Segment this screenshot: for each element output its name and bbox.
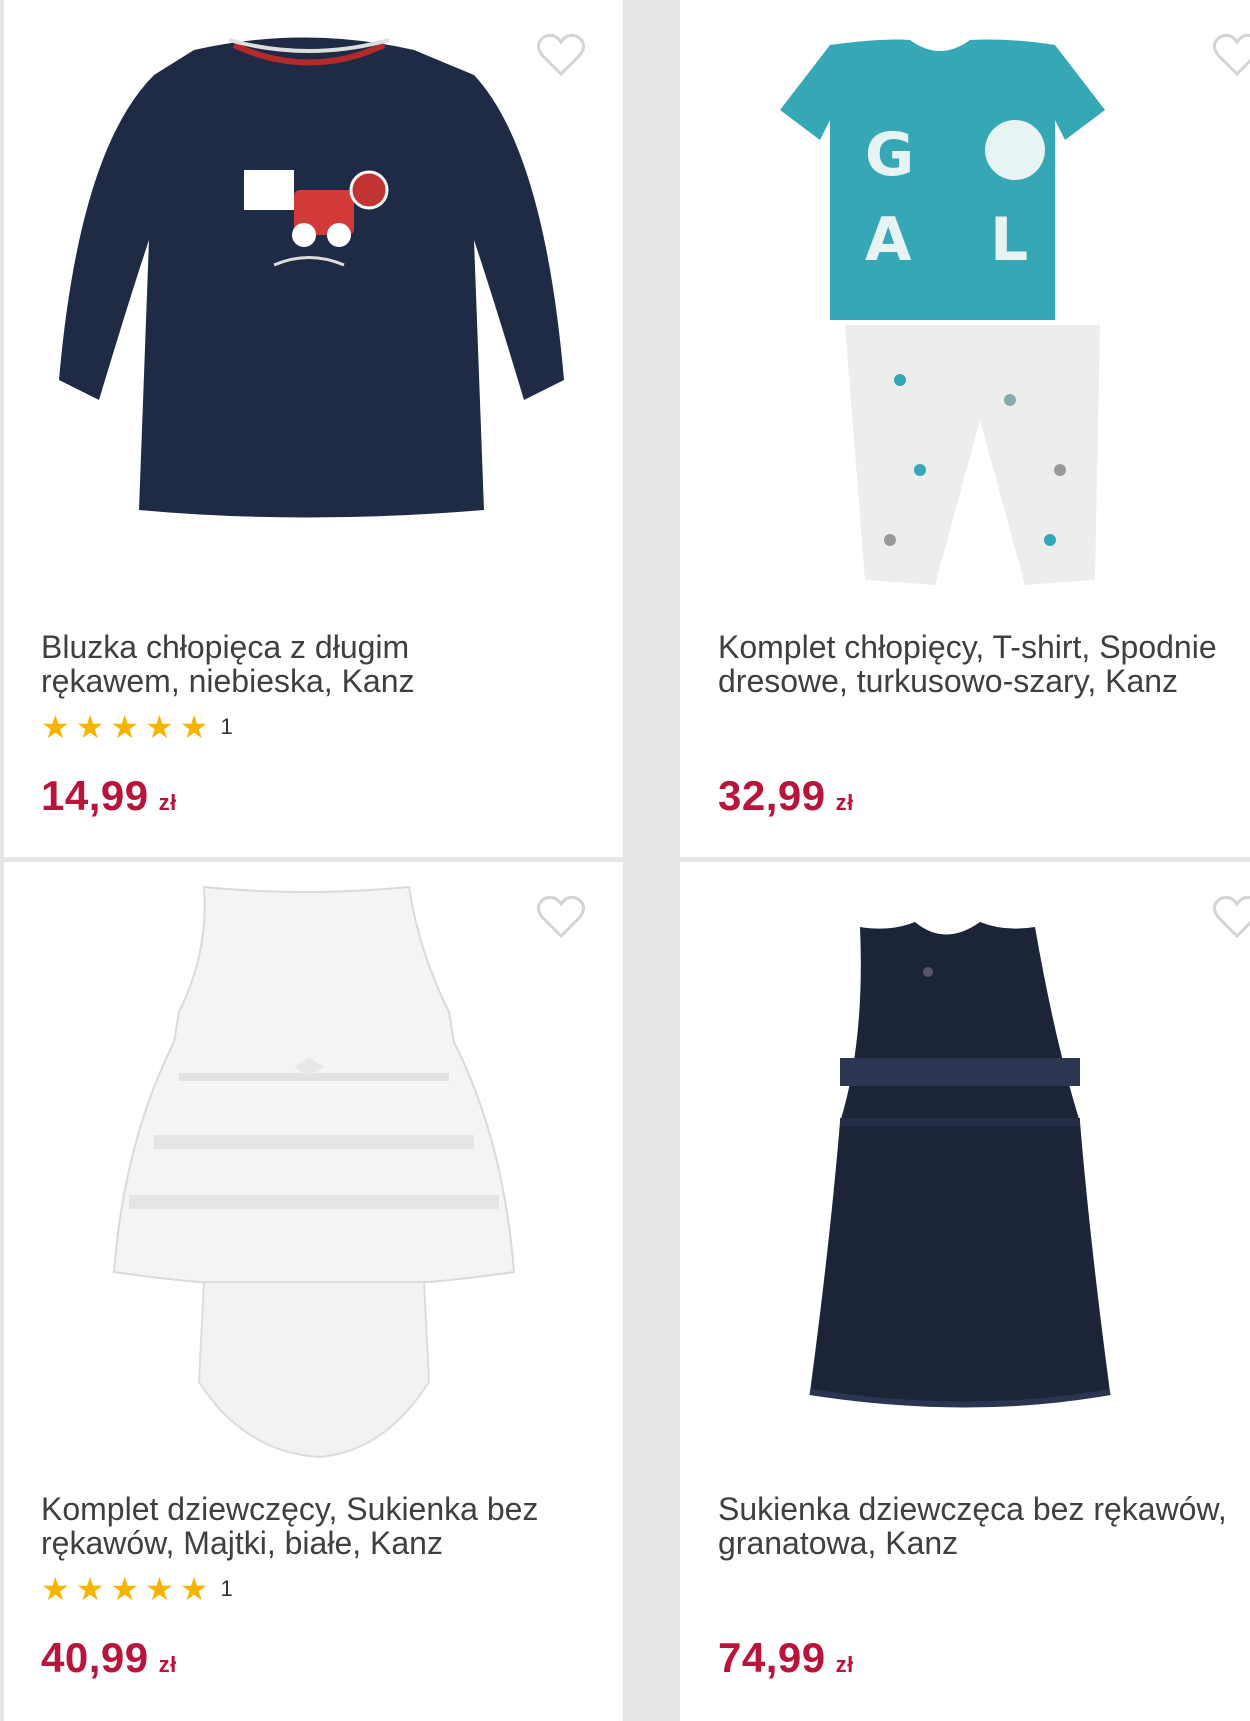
wishlist-heart-icon[interactable] (536, 894, 586, 940)
wishlist-heart-icon[interactable] (1212, 894, 1250, 940)
product-title[interactable]: Sukienka dziewczęca bez rękawów, granato… (718, 1492, 1250, 1560)
svg-text:G: G (865, 120, 914, 190)
star-icon: ★ (110, 709, 140, 745)
star-icon: ★ (145, 709, 174, 745)
svg-text:L: L (990, 205, 1028, 275)
product-title[interactable]: Komplet chłopięcy, T-shirt, Spodnie dres… (718, 630, 1250, 698)
rating: ★ ★ ★ ★ ★ 1 (41, 711, 233, 743)
product-image[interactable] (4, 0, 623, 600)
star-icon: ★ (110, 1571, 140, 1607)
rating: ★ ★ ★ ★ ★ 1 (41, 1573, 233, 1605)
star-icon: ★ (145, 1571, 174, 1607)
product-price: 32,99 zł (718, 772, 854, 819)
product-image[interactable] (680, 862, 1250, 1462)
rating-count: 1 (220, 714, 233, 739)
wishlist-heart-icon[interactable] (1212, 32, 1250, 78)
product-price: 40,99 zł (41, 1634, 177, 1681)
product-title[interactable]: Bluzka chłopięca z długim rękawem, niebi… (41, 630, 621, 698)
currency: zł (835, 790, 854, 815)
star-icon: ★ (41, 709, 70, 745)
product-card[interactable]: Bluzka chłopięca z długim rękawem, niebi… (4, 0, 623, 857)
svg-text:A: A (865, 205, 912, 275)
rating-count: 1 (220, 1576, 233, 1601)
product-title[interactable]: Komplet dziewczęcy, Sukienka bez rękawów… (41, 1492, 621, 1560)
product-card[interactable]: Komplet dziewczęcy, Sukienka bez rękawów… (4, 862, 623, 1721)
currency: zł (158, 790, 177, 815)
currency: zł (835, 1652, 854, 1677)
product-image[interactable] (4, 862, 623, 1462)
star-icon: ★ (75, 1571, 105, 1607)
product-grid: Bluzka chłopięca z długim rękawem, niebi… (0, 0, 1250, 1721)
product-price: 74,99 zł (718, 1634, 854, 1681)
star-icon: ★ (41, 1571, 70, 1607)
product-price: 14,99 zł (41, 772, 177, 819)
wishlist-heart-icon[interactable] (536, 32, 586, 78)
product-card[interactable]: G A L Komplet chłopięcy, T-shirt, Spodni… (680, 0, 1250, 857)
product-card[interactable]: Sukienka dziewczęca bez rękawów, granato… (680, 862, 1250, 1721)
currency: zł (158, 1652, 177, 1677)
star-icon: ★ (75, 709, 105, 745)
star-icon: ★ (179, 1571, 209, 1607)
star-icon: ★ (179, 709, 209, 745)
product-image[interactable]: G A L (680, 0, 1250, 600)
